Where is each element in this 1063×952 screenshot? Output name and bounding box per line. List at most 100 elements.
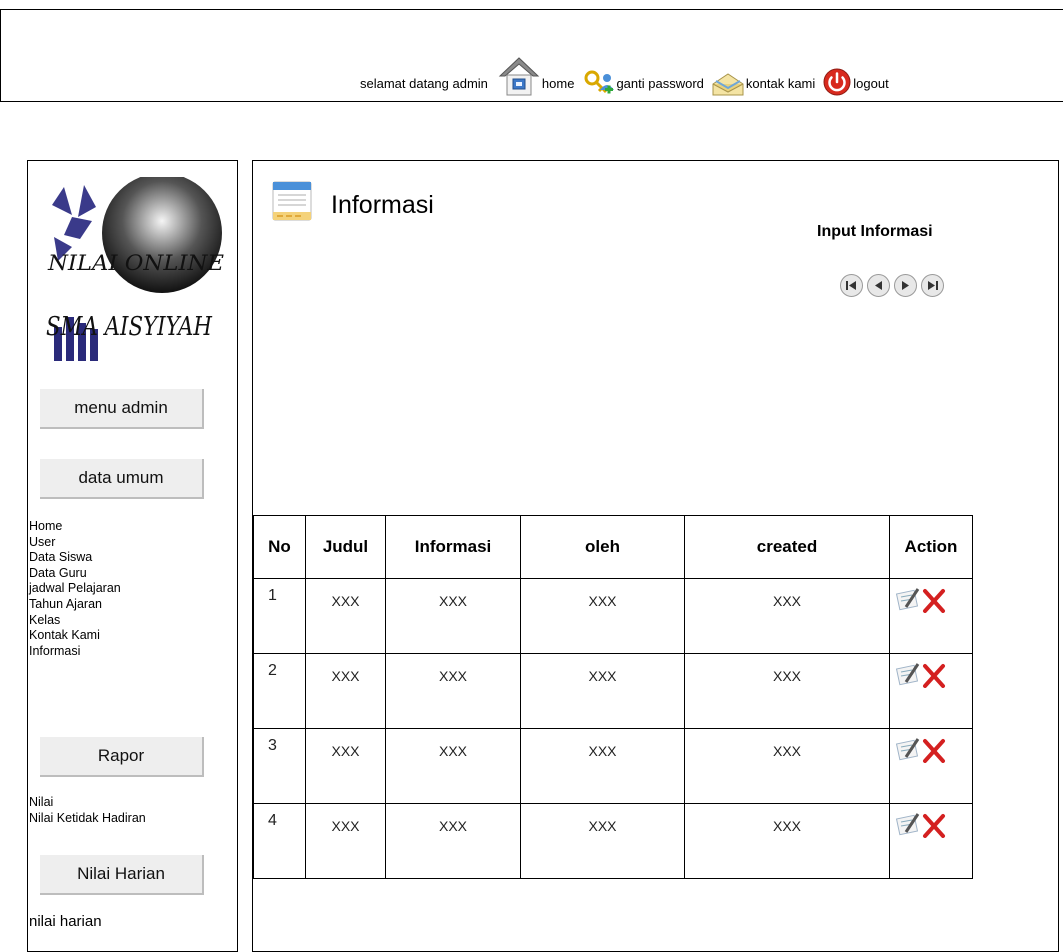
nav-home[interactable]: home — [496, 54, 575, 98]
informasi-table: No Judul Informasi oleh created Action 1… — [253, 515, 973, 879]
cell-no: 2 — [253, 653, 306, 729]
first-page-button[interactable] — [840, 274, 863, 297]
cell-no: 3 — [253, 728, 306, 804]
key-user-icon — [584, 70, 615, 94]
column-header-action: Action — [889, 515, 973, 579]
cell-informasi: XXX — [385, 728, 521, 804]
nilai-harian-button[interactable]: Nilai Harian — [40, 855, 204, 895]
rapor-button[interactable]: Rapor — [40, 737, 204, 777]
column-header-created: created — [684, 515, 890, 579]
edit-button[interactable] — [895, 737, 922, 766]
nav-logout-label: logout — [853, 76, 889, 91]
menu-item-kelas[interactable]: Kelas — [29, 613, 121, 629]
menu-item-data-siswa[interactable]: Data Siswa — [29, 550, 121, 566]
edit-icon — [895, 813, 920, 836]
cell-judul: XXX — [305, 653, 386, 729]
column-header-oleh: oleh — [520, 515, 685, 579]
delete-icon — [923, 589, 945, 613]
cell-created: XXX — [684, 803, 890, 879]
prev-icon — [875, 281, 882, 290]
main-content: Informasi Input Informasi No Judul Infor — [252, 160, 1059, 952]
cell-informasi: XXX — [385, 653, 521, 729]
last-icon — [928, 281, 938, 290]
cell-judul: XXX — [305, 728, 386, 804]
delete-icon — [923, 739, 945, 763]
prev-page-button[interactable] — [867, 274, 890, 297]
home-icon — [498, 57, 540, 96]
page-frame: selamat datang admin home ganti password — [0, 0, 1063, 952]
menu-item-nilai[interactable]: Nilai — [29, 795, 146, 811]
menu-item-informasi[interactable]: Informasi — [29, 644, 121, 660]
data-umum-menu: Home User Data Siswa Data Guru jadwal Pe… — [29, 519, 121, 659]
school-logo: NILAI ONLINE SMA AISYIYAH — [46, 177, 224, 361]
menu-item-nilai-ketidak-hadiran[interactable]: Nilai Ketidak Hadiran — [29, 811, 146, 827]
menu-admin-button[interactable]: menu admin — [40, 389, 204, 429]
menu-item-jadwal-pelajaran[interactable]: jadwal Pelajaran — [29, 581, 121, 597]
sidebar: NILAI ONLINE SMA AISYIYAH menu admin dat… — [27, 160, 238, 952]
table-row: 1 XXX XXX XXX XXX — [253, 578, 973, 654]
nav-ganti-password[interactable]: ganti password — [580, 66, 704, 98]
cell-created: XXX — [684, 653, 890, 729]
cell-action — [889, 653, 973, 729]
menu-item-data-guru[interactable]: Data Guru — [29, 566, 121, 582]
delete-button[interactable] — [922, 812, 946, 841]
header-left-border — [0, 9, 1, 102]
menu-item-home[interactable]: Home — [29, 519, 121, 535]
cell-judul: XXX — [305, 578, 386, 654]
cell-informasi: XXX — [385, 578, 521, 654]
table-row: 3 XXX XXX XXX XXX — [253, 728, 973, 804]
edit-button[interactable] — [895, 662, 922, 691]
table-row: 2 XXX XXX XXX XXX — [253, 653, 973, 729]
cell-oleh: XXX — [520, 803, 685, 879]
first-icon — [846, 281, 856, 290]
top-navigation: selamat datang admin home ganti password — [360, 52, 895, 98]
edit-button[interactable] — [895, 587, 922, 616]
next-icon — [902, 281, 909, 290]
edit-icon — [895, 738, 920, 761]
menu-item-tahun-ajaran[interactable]: Tahun Ajaran — [29, 597, 121, 613]
svg-text:SMA AISYIYAH: SMA AISYIYAH — [46, 312, 213, 342]
header-top-border — [0, 9, 1063, 10]
page-title: Informasi — [331, 191, 434, 219]
nav-home-label: home — [541, 76, 575, 91]
cell-oleh: XXX — [520, 578, 685, 654]
delete-button[interactable] — [922, 662, 946, 691]
cell-created: XXX — [684, 578, 890, 654]
envelope-icon — [712, 73, 744, 96]
delete-button[interactable] — [922, 587, 946, 616]
column-header-judul: Judul — [305, 515, 386, 579]
cell-no: 1 — [253, 578, 306, 654]
header-bottom-border — [0, 101, 1063, 102]
last-page-button[interactable] — [921, 274, 944, 297]
nav-kontak-kami-label: kontak kami — [745, 76, 816, 91]
menu-item-kontak-kami[interactable]: Kontak Kami — [29, 628, 121, 644]
cell-informasi: XXX — [385, 803, 521, 879]
nav-logout[interactable]: logout — [821, 66, 889, 98]
cell-oleh: XXX — [520, 653, 685, 729]
cell-action — [889, 803, 973, 879]
input-informasi-link[interactable]: Input Informasi — [817, 223, 933, 241]
column-header-no: No — [253, 515, 306, 579]
table-row: 4 XXX XXX XXX XXX — [253, 803, 973, 879]
edit-icon — [895, 588, 920, 611]
cell-created: XXX — [684, 728, 890, 804]
table-header-row: No Judul Informasi oleh created Action — [253, 515, 973, 579]
welcome-text: selamat datang admin — [360, 76, 488, 91]
nav-ganti-password-label: ganti password — [616, 76, 704, 91]
edit-button[interactable] — [895, 812, 922, 841]
svg-text:NILAI ONLINE: NILAI ONLINE — [47, 251, 224, 275]
menu-item-user[interactable]: User — [29, 535, 121, 551]
power-icon — [823, 68, 851, 96]
delete-button[interactable] — [922, 737, 946, 766]
pager — [840, 274, 944, 297]
delete-icon — [923, 664, 945, 688]
cell-oleh: XXX — [520, 728, 685, 804]
cell-action — [889, 728, 973, 804]
nav-kontak-kami[interactable]: kontak kami — [710, 70, 815, 98]
data-umum-button[interactable]: data umum — [40, 459, 204, 499]
cell-action — [889, 578, 973, 654]
menu-item-nilai-harian[interactable]: nilai harian — [29, 913, 102, 930]
next-page-button[interactable] — [894, 274, 917, 297]
edit-icon — [895, 663, 920, 686]
cell-no: 4 — [253, 803, 306, 879]
